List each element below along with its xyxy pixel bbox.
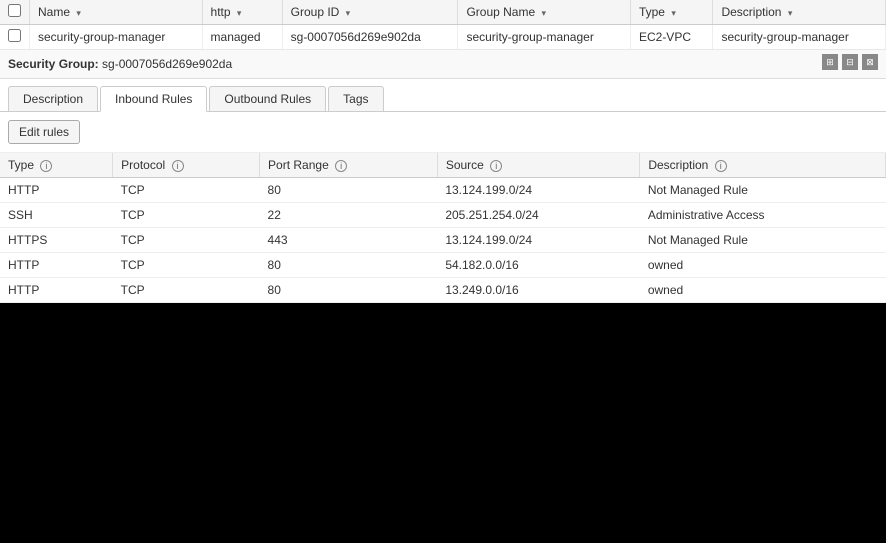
rule-type: HTTP bbox=[0, 178, 113, 203]
row-checkbox-cell[interactable] bbox=[0, 25, 30, 50]
rule-port-range: 80 bbox=[260, 253, 438, 278]
row-group-id: sg-0007056d269e902da bbox=[282, 25, 458, 50]
col-type-sort: ▾ bbox=[671, 8, 676, 18]
rule-type: HTTPS bbox=[0, 228, 113, 253]
col-description[interactable]: Description ▾ bbox=[713, 0, 886, 25]
rule-row: HTTP TCP 80 13.249.0.0/16 owned bbox=[0, 278, 886, 303]
rule-description: owned bbox=[640, 253, 886, 278]
inbound-rules-table: Type i Protocol i Port Range i Source i … bbox=[0, 153, 886, 303]
view-icons: ⊞ ⊟ ⊠ bbox=[822, 54, 878, 74]
edit-rules-section: Edit rules bbox=[0, 112, 886, 153]
col-type-label: Type bbox=[639, 5, 665, 19]
grid-icon-2[interactable]: ⊟ bbox=[842, 54, 858, 70]
tabs-bar: Description Inbound Rules Outbound Rules… bbox=[0, 79, 886, 112]
rule-port-range: 80 bbox=[260, 278, 438, 303]
rule-row: SSH TCP 22 205.251.254.0/24 Administrati… bbox=[0, 203, 886, 228]
rules-col-source-label: Source bbox=[446, 158, 484, 172]
select-all-header[interactable] bbox=[0, 0, 30, 25]
sg-id-value: sg-0007056d269e902da bbox=[102, 57, 232, 71]
table-row[interactable]: security-group-manager managed sg-000705… bbox=[0, 25, 886, 50]
select-all-checkbox[interactable] bbox=[8, 4, 21, 17]
sg-label-text: Security Group: bbox=[8, 57, 99, 71]
tab-outbound-rules[interactable]: Outbound Rules bbox=[209, 86, 326, 112]
col-type[interactable]: Type ▾ bbox=[630, 0, 712, 25]
col-group-name-label: Group Name bbox=[466, 5, 535, 19]
rule-source: 13.124.199.0/24 bbox=[437, 228, 640, 253]
col-group-id-label: Group ID bbox=[291, 5, 340, 19]
black-bottom-area bbox=[0, 303, 886, 543]
rules-col-port-label: Port Range bbox=[268, 158, 329, 172]
rule-source: 13.124.199.0/24 bbox=[437, 178, 640, 203]
rules-col-protocol: Protocol i bbox=[113, 153, 260, 178]
tab-description[interactable]: Description bbox=[8, 86, 98, 112]
col-name-sort: ▾ bbox=[76, 8, 81, 18]
rule-protocol: TCP bbox=[113, 178, 260, 203]
col-group-id[interactable]: Group ID ▾ bbox=[282, 0, 458, 25]
row-description: security-group-manager bbox=[713, 25, 886, 50]
col-name-label: Name bbox=[38, 5, 70, 19]
rule-source: 205.251.254.0/24 bbox=[437, 203, 640, 228]
type-info-icon[interactable]: i bbox=[40, 160, 52, 172]
col-http[interactable]: http ▾ bbox=[202, 0, 282, 25]
grid-icon-3[interactable]: ⊠ bbox=[862, 54, 878, 70]
rule-description: owned bbox=[640, 278, 886, 303]
edit-rules-button[interactable]: Edit rules bbox=[8, 120, 80, 144]
rule-source: 13.249.0.0/16 bbox=[437, 278, 640, 303]
rule-row: HTTP TCP 80 54.182.0.0/16 owned bbox=[0, 253, 886, 278]
rule-description: Administrative Access bbox=[640, 203, 886, 228]
row-group-name: security-group-manager bbox=[458, 25, 631, 50]
col-group-id-sort: ▾ bbox=[346, 8, 351, 18]
rules-col-type: Type i bbox=[0, 153, 113, 178]
rules-col-source: Source i bbox=[437, 153, 640, 178]
col-group-name[interactable]: Group Name ▾ bbox=[458, 0, 631, 25]
rule-port-range: 22 bbox=[260, 203, 438, 228]
col-description-label: Description bbox=[721, 5, 781, 19]
tab-inbound-rules[interactable]: Inbound Rules bbox=[100, 86, 207, 112]
tab-tags[interactable]: Tags bbox=[328, 86, 383, 112]
col-description-sort: ▾ bbox=[788, 8, 793, 18]
grid-icon-1[interactable]: ⊞ bbox=[822, 54, 838, 70]
port-info-icon[interactable]: i bbox=[335, 160, 347, 172]
rule-row: HTTP TCP 80 13.124.199.0/24 Not Managed … bbox=[0, 178, 886, 203]
rule-port-range: 443 bbox=[260, 228, 438, 253]
rules-col-port-range: Port Range i bbox=[260, 153, 438, 178]
rule-source: 54.182.0.0/16 bbox=[437, 253, 640, 278]
rules-col-desc-label: Description bbox=[648, 158, 708, 172]
rule-row: HTTPS TCP 443 13.124.199.0/24 Not Manage… bbox=[0, 228, 886, 253]
row-type: EC2-VPC bbox=[630, 25, 712, 50]
col-http-label: http bbox=[211, 5, 231, 19]
security-group-label: Security Group: sg-0007056d269e902da bbox=[8, 57, 232, 71]
protocol-info-icon[interactable]: i bbox=[172, 160, 184, 172]
security-groups-table: Name ▾ http ▾ Group ID ▾ Group Name ▾ Ty… bbox=[0, 0, 886, 50]
rule-protocol: TCP bbox=[113, 203, 260, 228]
desc-info-icon[interactable]: i bbox=[715, 160, 727, 172]
row-http: managed bbox=[202, 25, 282, 50]
rules-col-description: Description i bbox=[640, 153, 886, 178]
rule-type: HTTP bbox=[0, 278, 113, 303]
col-group-name-sort: ▾ bbox=[541, 8, 546, 18]
col-http-sort: ▾ bbox=[237, 8, 242, 18]
rules-col-protocol-label: Protocol bbox=[121, 158, 165, 172]
col-name[interactable]: Name ▾ bbox=[30, 0, 203, 25]
rule-type: SSH bbox=[0, 203, 113, 228]
rule-description: Not Managed Rule bbox=[640, 228, 886, 253]
rule-port-range: 80 bbox=[260, 178, 438, 203]
rule-type: HTTP bbox=[0, 253, 113, 278]
rule-protocol: TCP bbox=[113, 253, 260, 278]
rule-protocol: TCP bbox=[113, 228, 260, 253]
rule-description: Not Managed Rule bbox=[640, 178, 886, 203]
source-info-icon[interactable]: i bbox=[490, 160, 502, 172]
rules-col-type-label: Type bbox=[8, 158, 34, 172]
row-name: security-group-manager bbox=[30, 25, 203, 50]
rule-protocol: TCP bbox=[113, 278, 260, 303]
row-checkbox[interactable] bbox=[8, 29, 21, 42]
